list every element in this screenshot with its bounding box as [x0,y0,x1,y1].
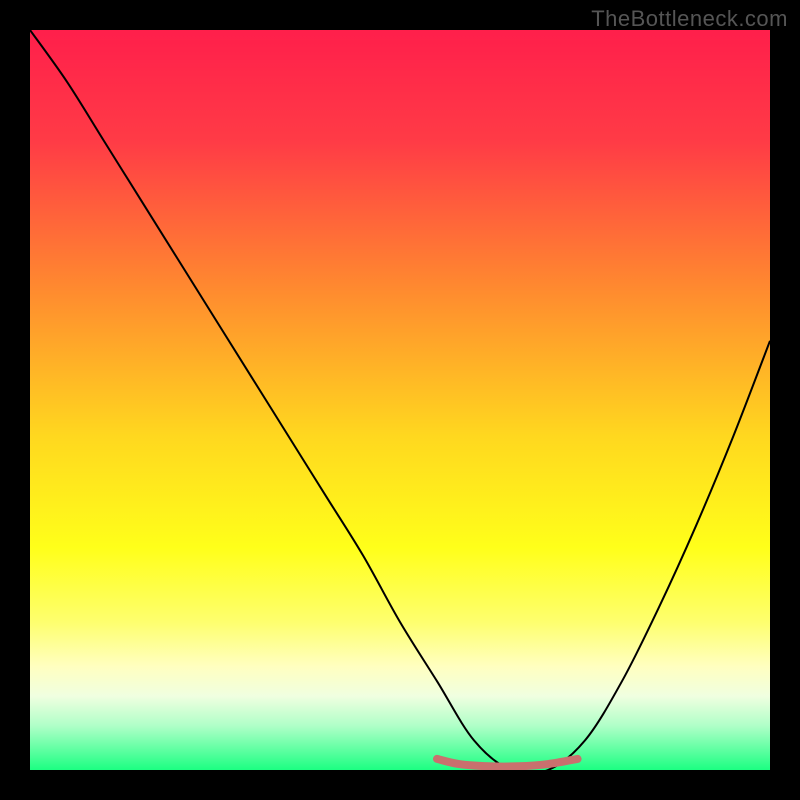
watermark-text: TheBottleneck.com [591,6,788,32]
plot-area [30,30,770,770]
chart-frame: TheBottleneck.com [0,0,800,800]
gradient-background [30,30,770,770]
chart-svg [30,30,770,770]
